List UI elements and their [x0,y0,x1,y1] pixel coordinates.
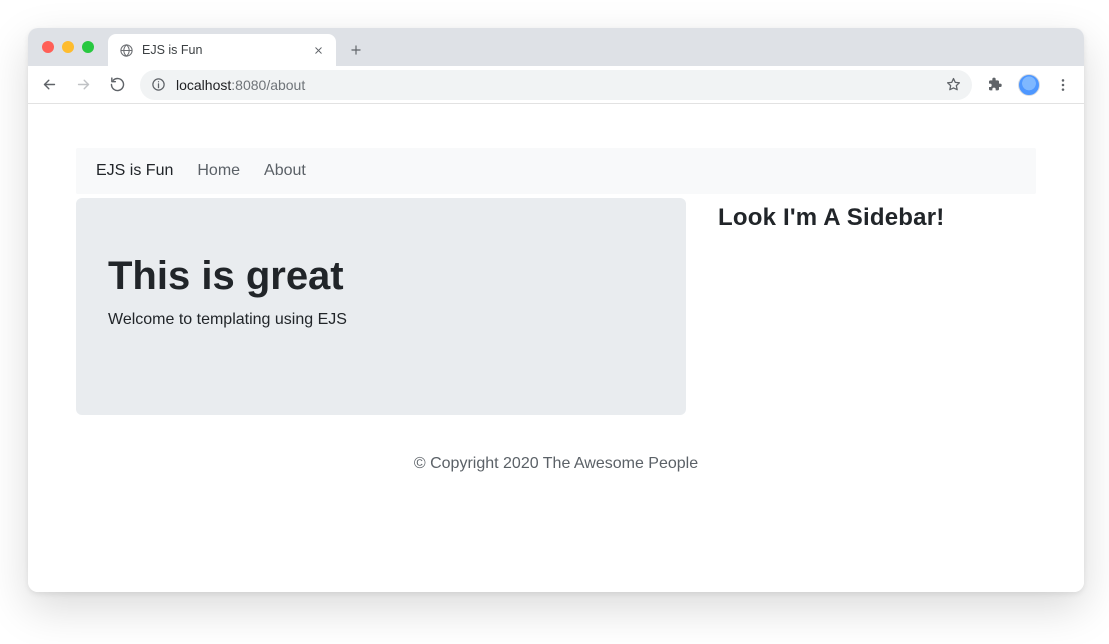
navbar-brand: EJS is Fun [96,162,173,180]
minimize-window-button[interactable] [62,41,74,53]
close-window-button[interactable] [42,41,54,53]
viewport[interactable]: EJS is Fun Home About This is great Welc… [28,104,1084,592]
nav-link-home[interactable]: Home [197,162,240,180]
jumbotron-heading: This is great [108,254,654,299]
site-navbar: EJS is Fun Home About [76,148,1036,194]
sidebar: Look I'm A Sidebar! [718,198,1036,415]
jumbotron: This is great Welcome to templating usin… [76,198,686,415]
back-button[interactable] [34,70,64,100]
jumbotron-lead: Welcome to templating using EJS [108,311,654,329]
url-text: localhost:8080/about [176,77,934,93]
globe-icon [118,42,134,58]
page-footer: © Copyright 2020 The Awesome People [76,415,1036,507]
bookmark-star-icon[interactable] [944,76,962,94]
tab-title: EJS is Fun [142,43,310,57]
browser-window: EJS is Fun [28,28,1084,592]
footer-text: © Copyright 2020 The Awesome People [414,455,698,472]
site-info-icon[interactable] [150,77,166,93]
url-path: /about [266,77,305,93]
maximize-window-button[interactable] [82,41,94,53]
new-tab-button[interactable] [342,36,370,64]
avatar [1018,74,1040,96]
address-bar[interactable]: localhost:8080/about [140,70,972,100]
extensions-button[interactable] [980,70,1010,100]
nav-link-about[interactable]: About [264,162,306,180]
tab-strip: EJS is Fun [28,28,1084,66]
close-tab-button[interactable] [310,42,326,58]
window-controls [42,41,94,53]
toolbar: localhost:8080/about [28,66,1084,104]
sidebar-title: Look I'm A Sidebar! [718,204,1036,232]
page-content: EJS is Fun Home About This is great Welc… [28,104,1084,507]
url-host: localhost [176,77,231,93]
reload-button[interactable] [102,70,132,100]
url-port: :8080 [231,77,266,93]
forward-button[interactable] [68,70,98,100]
active-tab[interactable]: EJS is Fun [108,34,336,66]
menu-button[interactable] [1048,70,1078,100]
profile-button[interactable] [1014,70,1044,100]
